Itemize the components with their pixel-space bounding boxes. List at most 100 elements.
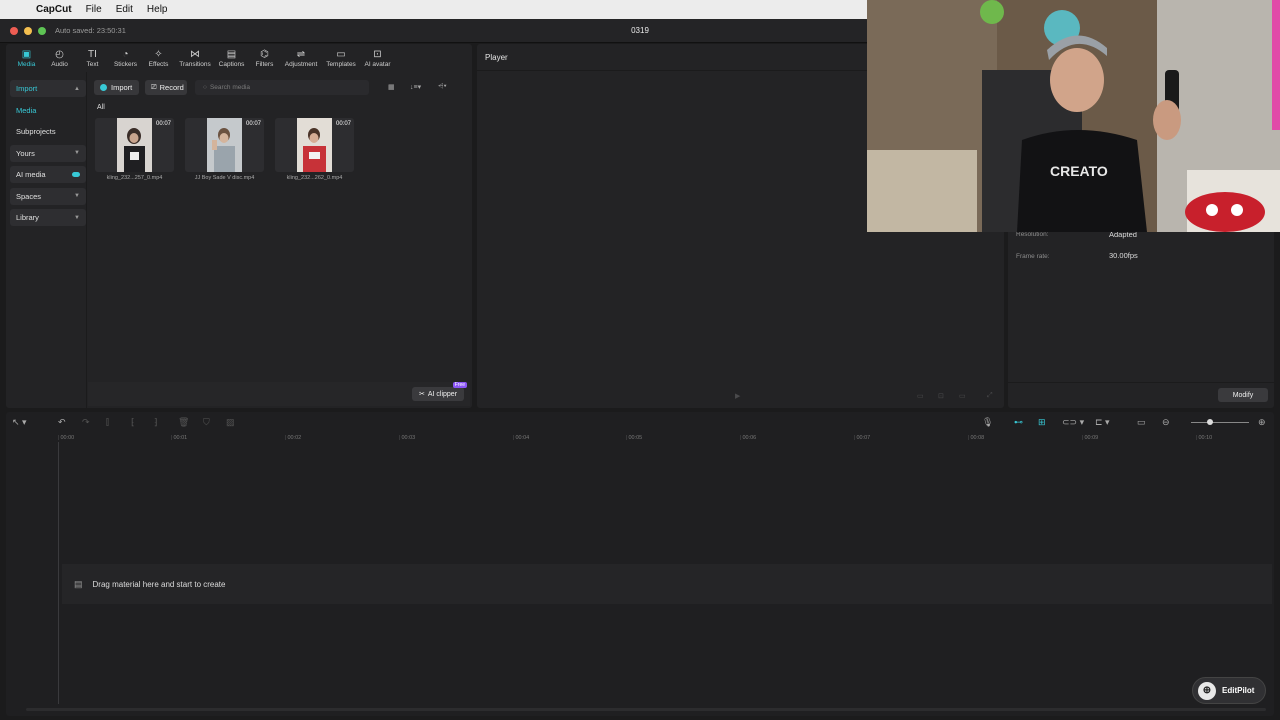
tab-effects[interactable]: ✧ Effects [142,44,175,72]
tab-text[interactable]: TI Text [76,44,109,72]
ruler-tick: 00:04 [513,435,529,441]
filter-icon[interactable]: ⩤▾ [438,83,447,91]
sort-icon[interactable]: ↓≡▾ [410,83,421,91]
clip-duration: 00:07 [245,121,261,127]
tab-filters[interactable]: ⌬ Filters [248,44,281,72]
sidenav-label: Media [16,105,37,115]
timeline-drop-zone[interactable]: ▤ Drag material here and start to create [62,564,1272,604]
link-icon[interactable]: ⊂⊃ ▾ [1062,417,1084,428]
tab-label: AI avatar [364,60,391,68]
sidenav-ai-media[interactable]: AI media [10,166,86,183]
media-footer: ✂ AI clipper Free [88,382,470,406]
tab-media[interactable]: ▣ Media [10,44,43,72]
media-icon: ▣ [21,48,32,60]
shield-icon[interactable]: ⛉ [203,417,210,428]
zoom-slider-handle[interactable] [1207,419,1213,425]
drop-zone-text: Drag material here and start to create [92,579,226,589]
framerate-value: 30.00fps [1109,251,1138,260]
playhead-line[interactable] [58,442,59,704]
zoom-in-icon[interactable]: ⊕ [1258,417,1266,428]
sidenav-yours[interactable]: Yours ▼ [10,144,86,162]
clip-frame-image [207,118,242,172]
chevron-down-icon: ▼ [74,214,80,221]
ruler-tick: 00:07 [854,435,870,441]
split-icon[interactable]: ⫿ [106,417,109,428]
film-icon: ▤ [74,578,83,589]
tab-transitions[interactable]: ⋈ Transitions [175,44,215,72]
clip-thumbnail[interactable]: 00:07 [185,118,264,172]
tab-templates[interactable]: ▭ Templates [321,44,361,72]
scissors-icon: ✂ [418,391,425,398]
preview-axis-icon[interactable]: ⊏ ▾ [1095,417,1110,428]
tab-label: Stickers [113,60,138,68]
search-placeholder: Search media [209,84,251,91]
media-clip[interactable]: 00:07 kling_232...262_0.mp4 [275,118,354,181]
frame-icon[interactable]: ▨ [226,417,235,428]
timeline-ruler[interactable]: 00:00 00:01 00:02 00:03 00:04 00:05 00:0… [58,434,1270,444]
sidenav-spaces[interactable]: Spaces ▼ [10,187,86,205]
select-tool-icon[interactable]: ↖ ▾ [12,417,27,428]
media-clip[interactable]: 00:07 JJ Boy Sade V disc.mp4 [185,118,264,181]
all-filter-label[interactable]: All [97,104,105,111]
sidenav-library[interactable]: Library ▼ [10,209,86,226]
sidenav-import[interactable]: Import ▲ [10,80,86,97]
timeline-scrollbar[interactable] [26,708,1266,711]
captions-icon: ▤ [226,48,237,60]
tab-label: Transitions [179,60,211,68]
tab-captions[interactable]: ▤ Captions [215,44,248,72]
microphone-icon[interactable]: 🎙 [982,417,993,428]
ai-clipper-button[interactable]: ✂ AI clipper Free [412,382,467,401]
import-icon [100,84,107,91]
zoom-slider[interactable] [1191,422,1249,423]
split-left-icon[interactable]: ⁅ [131,417,135,428]
zoom-out-icon[interactable]: ⊖ [1162,417,1170,428]
tab-adjustment[interactable]: ⇌ Adjustment [281,44,321,72]
sidenav-label: AI media [16,170,46,179]
chevron-down-icon: ▼ [74,193,80,199]
clip-name: JJ Boy Sade V disc.mp4 [194,175,255,181]
clip-thumbnail[interactable]: 00:07 [275,118,354,172]
ai-clipper-label: AI clipper [427,390,458,398]
auto-snap-icon[interactable]: ⊞ [1038,417,1046,428]
text-icon: TI [88,48,97,60]
quality-icon[interactable]: ▭ [959,392,966,400]
import-button[interactable]: Import [94,80,139,95]
editpilot-icon: ⊕ [1198,681,1216,700]
split-right-icon[interactable]: ⁆ [154,417,158,428]
sidenav-subprojects[interactable]: Subprojects [10,123,86,140]
chevron-down-icon: ▼ [74,150,80,156]
sidenav-label: Yours [16,148,35,158]
fullscreen-icon[interactable]: ⤢ [987,392,993,400]
clip-thumbnail[interactable]: 00:07 [95,118,174,172]
menu-app-name[interactable]: CapCut [36,4,72,15]
magnet-icon[interactable]: ⊷ [1014,417,1023,428]
tab-ai-avatar[interactable]: ⊡ AI avatar [361,44,394,72]
filters-icon: ⌬ [260,48,269,60]
undo-icon[interactable]: ↶ [58,417,66,428]
editpilot-button[interactable]: ⊕ EditPilot [1192,677,1266,704]
tab-label: Effects [148,60,169,68]
menu-help[interactable]: Help [147,4,168,15]
sidenav-media[interactable]: Media [10,102,86,119]
record-button[interactable]: ⎚ Record [145,80,187,95]
view-toggle-icon[interactable]: ▦ [388,83,395,91]
tab-label: Audio [51,60,68,68]
clip-frame-image [117,118,152,172]
menu-edit[interactable]: Edit [116,4,133,15]
audio-icon: ◴ [55,48,64,60]
crop-icon[interactable]: ⊡ [938,392,944,400]
play-icon[interactable]: ▶ [735,392,740,400]
search-input[interactable]: ○ Search media [195,80,369,95]
tab-label: Text [86,60,99,68]
ai-avatar-icon: ⊡ [373,48,382,60]
modify-button[interactable]: Modify [1218,388,1268,402]
clip-frame-image [297,118,332,172]
menu-file[interactable]: File [86,4,102,15]
tab-stickers[interactable]: ◔ Stickers [109,44,142,72]
caption-icon[interactable]: ▭ [1137,417,1146,428]
ratio-icon[interactable]: ▭ [917,392,924,400]
media-clip[interactable]: 00:07 kling_232...257_0.mp4 [95,118,174,181]
delete-icon[interactable]: 🗑 [178,417,189,428]
tab-audio[interactable]: ◴ Audio [43,44,76,72]
redo-icon[interactable]: ↷ [82,417,90,428]
